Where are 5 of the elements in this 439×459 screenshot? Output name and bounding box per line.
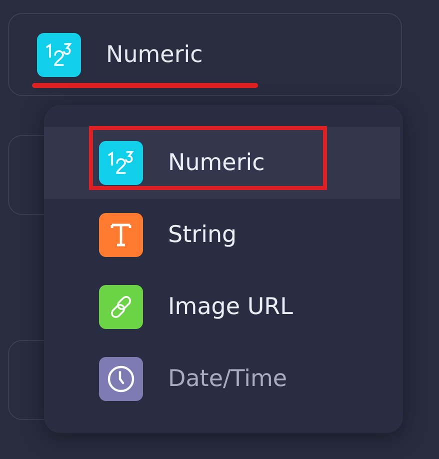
field-value: Numeric	[106, 42, 203, 68]
type-select-field[interactable]: Numeric	[8, 13, 402, 96]
menu-item[interactable]: String	[44, 199, 400, 271]
menu-item[interactable]: Image URL	[44, 271, 400, 343]
menu-item[interactable]: Numeric	[44, 127, 400, 199]
